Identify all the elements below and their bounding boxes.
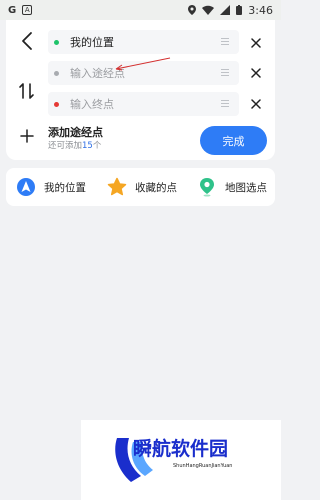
google-icon: G bbox=[8, 4, 17, 16]
start-location-field[interactable]: 我的位置 bbox=[48, 30, 239, 54]
quick-options-bar: 我的位置 收藏的点 地图选点 bbox=[6, 168, 275, 206]
plus-icon bbox=[20, 129, 34, 143]
close-icon[interactable] bbox=[249, 97, 263, 111]
quick-option-my-location[interactable]: 我的位置 bbox=[16, 177, 86, 197]
remaining-count: 15 bbox=[82, 141, 93, 151]
quick-option-favorites[interactable]: 收藏的点 bbox=[107, 177, 177, 197]
map-pin-icon bbox=[200, 178, 214, 197]
drag-handle-icon[interactable] bbox=[221, 100, 229, 107]
add-waypoint-remaining: 还可添加15个 bbox=[48, 141, 102, 151]
back-arrow-icon[interactable] bbox=[18, 30, 36, 52]
quick-option-label: 我的位置 bbox=[44, 181, 86, 194]
navigation-arrow-icon bbox=[17, 178, 35, 196]
add-waypoint-row[interactable]: 添加途经点 还可添加15个 bbox=[20, 126, 103, 152]
clock: 3:46 bbox=[248, 3, 273, 17]
quick-option-pick-on-map[interactable]: 地图选点 bbox=[197, 177, 267, 197]
notification-a-icon: A bbox=[22, 5, 33, 15]
battery-icon bbox=[236, 5, 243, 15]
destination-placeholder: 输入终点 bbox=[70, 98, 114, 111]
destination-field[interactable]: 输入终点 bbox=[48, 92, 239, 116]
watermark-subtitle: ShunHangRuanJianYuan bbox=[173, 463, 233, 469]
close-icon[interactable] bbox=[249, 36, 263, 50]
watermark: 瞬航软件园 ShunHangRuanJianYuan bbox=[81, 420, 281, 500]
waypoint-field[interactable]: 输入途经点 bbox=[48, 57, 239, 85]
quick-option-label: 收藏的点 bbox=[135, 181, 177, 194]
close-icon[interactable] bbox=[249, 66, 263, 80]
location-icon bbox=[188, 5, 197, 15]
annotation-arrow-icon bbox=[115, 57, 171, 71]
add-waypoint-title: 添加途经点 bbox=[48, 126, 103, 139]
status-bar: G A 3:46 bbox=[0, 0, 281, 20]
wifi-icon bbox=[202, 5, 215, 15]
swap-icon[interactable] bbox=[16, 80, 38, 102]
quick-option-label: 地图选点 bbox=[225, 181, 267, 194]
watermark-title: 瞬航软件园 bbox=[133, 438, 229, 460]
drag-handle-icon[interactable] bbox=[221, 69, 229, 76]
done-button[interactable]: 完成 bbox=[200, 126, 267, 155]
start-location-text: 我的位置 bbox=[70, 36, 114, 49]
star-icon bbox=[107, 177, 127, 196]
destination-dot-icon bbox=[54, 101, 59, 107]
signal-icon bbox=[220, 5, 231, 15]
drag-handle-icon[interactable] bbox=[221, 38, 229, 45]
route-planner-card: 我的位置 输入途经点 输入终点 添加途经点 还可添加15个 完成 bbox=[6, 20, 275, 160]
waypoint-dot-icon bbox=[54, 70, 59, 76]
start-dot-icon bbox=[54, 39, 59, 45]
